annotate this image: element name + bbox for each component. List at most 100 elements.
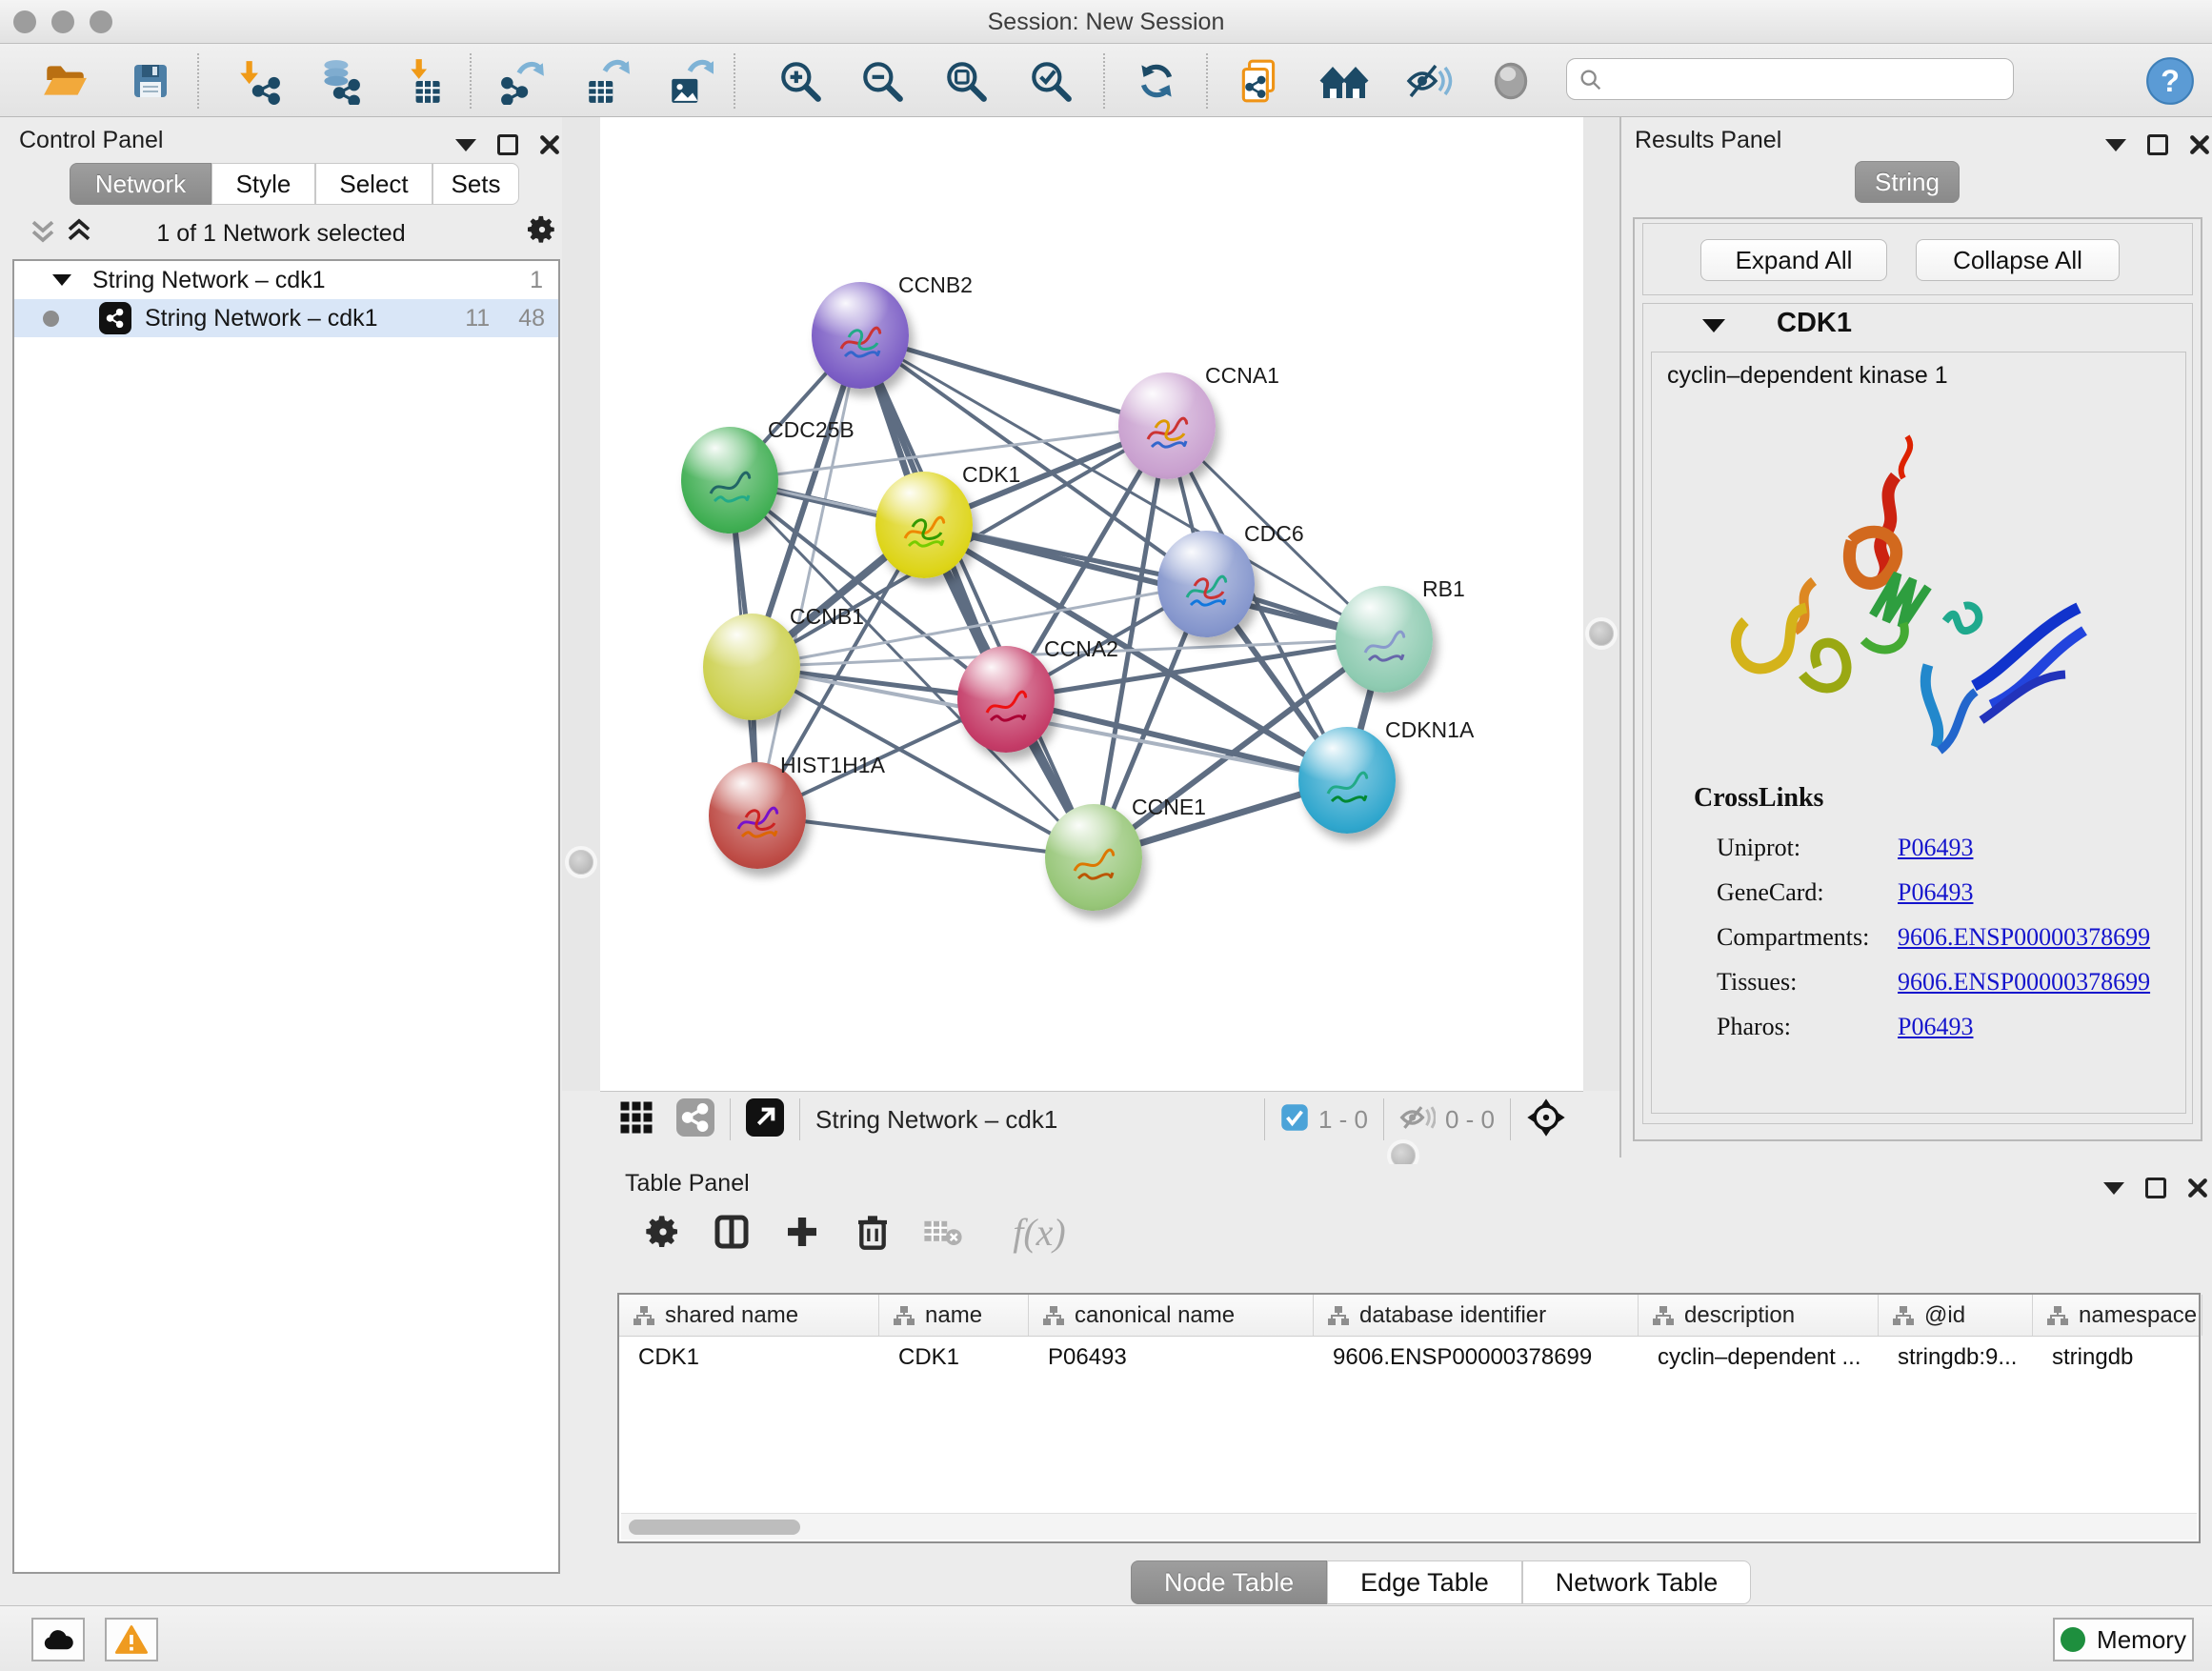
table-cell[interactable]: stringdb:9... [1879, 1337, 2033, 1379]
table-cell[interactable]: CDK1 [879, 1337, 1029, 1379]
create-column-button[interactable] [774, 1202, 831, 1261]
crosslink-row: Compartments:9606.ENSP00000378699 [1717, 915, 2174, 959]
selected-node-edge-counts: 1 - 0 [1318, 1105, 1368, 1135]
zoom-fit-button[interactable] [939, 55, 993, 107]
tab-network-table[interactable]: Network Table [1522, 1560, 1752, 1604]
control-panel: Control Panel NetworkStyleSelectSets 1 o… [0, 117, 562, 1605]
column-header-shared-name[interactable]: shared name [619, 1295, 879, 1336]
export-table-button[interactable] [580, 55, 633, 107]
column-header-database-identifier[interactable]: database identifier [1314, 1295, 1639, 1336]
protein-ribbon-thumbnail-icon [1138, 401, 1196, 462]
show-columns-button[interactable] [703, 1202, 760, 1261]
tab-string[interactable]: String [1855, 161, 1960, 203]
cloud-icon [41, 1627, 75, 1652]
table-cell[interactable]: CDK1 [619, 1337, 879, 1379]
network-row-selected[interactable]: String Network – cdk1 11 48 [14, 299, 558, 337]
network-canvas[interactable]: CCNB2CCNA1CDC25BCDK1CDC6RB1CCNB1CCNA2CDK… [600, 117, 1583, 1091]
network-panel-gear-button[interactable] [526, 213, 558, 251]
table-cell[interactable]: 9606.ENSP00000378699 [1314, 1337, 1639, 1379]
crosslink-link[interactable]: 9606.ENSP00000378699 [1898, 968, 2150, 997]
table-settings-button[interactable] [634, 1202, 692, 1261]
show-all-button[interactable] [1484, 55, 1538, 107]
help-button[interactable]: ? [2143, 55, 2197, 107]
new-network-from-selection-button[interactable] [1233, 55, 1286, 107]
tree-expand-icon[interactable] [52, 274, 71, 286]
cloud-status-button[interactable] [31, 1618, 85, 1661]
column-header-name[interactable]: name [879, 1295, 1029, 1336]
crosslink-link[interactable]: P06493 [1898, 878, 1973, 907]
table-cell[interactable]: cyclin–dependent ... [1639, 1337, 1879, 1379]
apply-layout-button[interactable] [1130, 55, 1183, 107]
network-overview-button[interactable] [676, 1098, 714, 1141]
search-input[interactable] [1566, 58, 2014, 100]
control-panel-float-button[interactable] [497, 134, 518, 155]
crosslink-link[interactable]: P06493 [1898, 1013, 1973, 1041]
expand-all-button[interactable]: Expand All [1700, 239, 1887, 281]
hide-selected-button[interactable] [1401, 55, 1455, 107]
tab-edge-table[interactable]: Edge Table [1327, 1560, 1522, 1604]
detach-view-button[interactable] [746, 1098, 784, 1141]
checkbox-checked-icon [1280, 1103, 1309, 1132]
column-header-canonical-name[interactable]: canonical name [1029, 1295, 1314, 1336]
column-header-namespace[interactable]: namespace [2033, 1295, 2202, 1336]
column-header--id[interactable]: @id [1879, 1295, 2033, 1336]
open-session-button[interactable] [38, 55, 91, 107]
toolbar-separator [470, 53, 472, 109]
results-panel-float-button[interactable] [2147, 134, 2168, 155]
memory-button[interactable]: Memory [2053, 1618, 2194, 1661]
tab-style[interactable]: Style [211, 163, 315, 205]
network-node-ccnb1[interactable] [703, 614, 800, 720]
column-header-description[interactable]: description [1639, 1295, 1879, 1336]
network-collection-row[interactable]: String Network – cdk1 1 [14, 261, 558, 299]
table-panel-menu-button[interactable] [2103, 1182, 2124, 1195]
import-network-from-database-button[interactable] [312, 55, 365, 107]
left-splitter-handle[interactable] [569, 850, 593, 875]
results-panel-menu-button[interactable] [2105, 139, 2126, 151]
table-panel-close-icon[interactable] [2187, 1178, 2208, 1198]
crosslink-link[interactable]: 9606.ENSP00000378699 [1898, 923, 2150, 952]
right-splitter[interactable] [1583, 117, 1619, 1091]
protein-ribbon-thumbnail-icon [729, 791, 786, 852]
results-panel-close-icon[interactable] [2189, 134, 2210, 155]
right-splitter-handle[interactable] [1589, 621, 1614, 646]
table-cell[interactable]: stringdb [2033, 1337, 2202, 1379]
table-horizontal-scrollbar[interactable] [621, 1513, 2197, 1540]
collapse-all-button[interactable]: Collapse All [1916, 239, 2120, 281]
zoom-selected-button[interactable] [1024, 55, 1077, 107]
import-network-icon [234, 57, 282, 105]
entry-collapse-icon[interactable] [1702, 319, 1725, 332]
save-session-button[interactable] [124, 55, 177, 107]
import-network-button[interactable] [231, 55, 285, 107]
tab-network[interactable]: Network [70, 163, 211, 205]
zoom-in-button[interactable] [774, 55, 827, 107]
delete-table-icon [923, 1216, 963, 1248]
import-table-button[interactable] [399, 55, 452, 107]
grid-view-button[interactable] [619, 1100, 654, 1139]
table-cell[interactable]: P06493 [1029, 1337, 1314, 1379]
selected-checkbox[interactable] [1280, 1103, 1309, 1137]
network-viewport: CCNB2CCNA1CDC25BCDK1CDC6RB1CCNB1CCNA2CDK… [600, 127, 1583, 1091]
tab-sets[interactable]: Sets [432, 163, 519, 205]
first-neighbors-button[interactable] [1317, 55, 1371, 107]
tab-select[interactable]: Select [315, 163, 432, 205]
control-panel-close-icon[interactable] [539, 134, 560, 155]
crosslink-link[interactable]: P06493 [1898, 834, 1973, 862]
plus-icon [783, 1213, 821, 1251]
zoom-out-button[interactable] [855, 55, 909, 107]
table-data-row[interactable]: CDK1CDK1P064939606.ENSP00000378699cyclin… [619, 1337, 2199, 1379]
export-image-button[interactable] [663, 55, 716, 107]
export-network-button[interactable] [496, 55, 550, 107]
column-type-icon [1892, 1304, 1915, 1327]
delete-column-button[interactable] [844, 1202, 901, 1261]
table-panel-float-button[interactable] [2145, 1178, 2166, 1198]
control-panel-menu-button[interactable] [455, 139, 476, 151]
tab-node-table[interactable]: Node Table [1131, 1560, 1327, 1604]
protein-ribbon-thumbnail-icon [1318, 755, 1376, 816]
table-scrollbar-thumb[interactable] [629, 1520, 800, 1535]
warnings-button[interactable] [105, 1618, 158, 1661]
control-panel-title: Control Panel [19, 127, 163, 154]
left-splitter[interactable] [562, 117, 600, 1091]
birdseye-toggle[interactable] [1526, 1097, 1566, 1142]
protein-ribbon-thumbnail-icon [832, 311, 889, 372]
hidden-toggle[interactable] [1399, 1101, 1436, 1138]
